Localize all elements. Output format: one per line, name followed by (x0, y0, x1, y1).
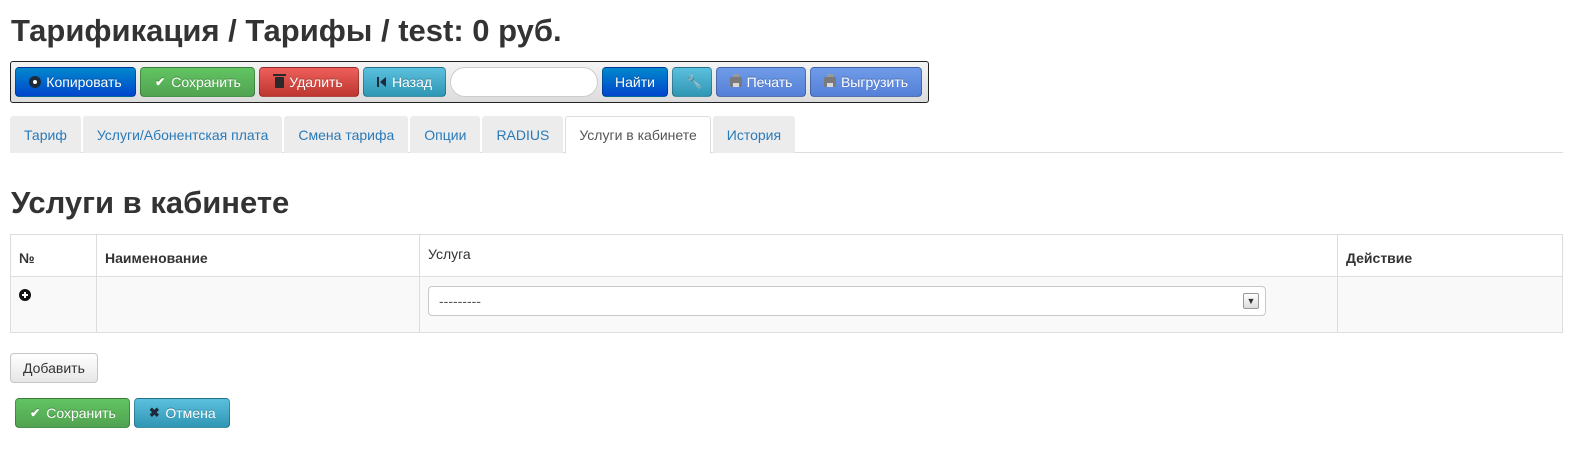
tab-services-subscription[interactable]: Услуги/Абонентская плата (82, 116, 283, 153)
back-button-label: Назад (391, 74, 433, 90)
print-button[interactable]: Печать (716, 67, 806, 97)
row-number-cell (10, 276, 97, 333)
column-header-service: Услуга (419, 234, 1338, 277)
chevron-down-icon[interactable]: ▼ (1243, 293, 1259, 309)
delete-button[interactable]: Удалить (259, 67, 359, 97)
row-action-cell (1337, 276, 1563, 333)
form-save-button-label: Сохранить (46, 405, 116, 421)
section-title: Услуги в кабинете (11, 185, 290, 220)
plus-circle-icon[interactable] (19, 289, 31, 301)
find-button-label: Найти (615, 74, 655, 90)
printer-icon (729, 74, 742, 87)
service-select[interactable]: --------- ▼ (428, 286, 1266, 316)
form-save-button[interactable]: ✔ Сохранить (15, 398, 130, 428)
trash-icon (273, 73, 287, 88)
row-service-cell: --------- ▼ (419, 276, 1338, 333)
column-header-number: № (10, 234, 97, 277)
print-button-label: Печать (746, 74, 793, 90)
wrench-icon: 🔧 (686, 74, 703, 89)
toolbar: Копировать ✔ Сохранить Удалить Назад Най… (10, 61, 929, 103)
add-button-label: Добавить (23, 360, 85, 376)
find-button[interactable]: Найти (602, 67, 668, 97)
back-button[interactable]: Назад (363, 67, 446, 97)
copy-button-label: Копировать (46, 74, 122, 90)
search-input[interactable] (450, 67, 598, 97)
tab-radius[interactable]: RADIUS (482, 116, 564, 153)
printer-icon (823, 74, 836, 87)
tab-cabinet-services[interactable]: Услуги в кабинете (565, 116, 711, 154)
table-header-row: № Наименование Услуга Действие (10, 234, 1563, 277)
row-name-cell (96, 276, 420, 333)
settings-button[interactable]: 🔧 (672, 67, 712, 97)
step-backward-icon (376, 77, 387, 87)
copy-button[interactable]: Копировать (15, 67, 136, 97)
tab-bar: Тариф Услуги/Абонентская плата Смена тар… (10, 116, 1563, 154)
tab-tariff-change[interactable]: Смена тарифа (284, 116, 409, 153)
export-button[interactable]: Выгрузить (810, 67, 922, 97)
delete-button-label: Удалить (289, 74, 343, 90)
x-icon: ✖ (148, 405, 160, 420)
copy-circle-icon (29, 76, 42, 88)
check-icon: ✔ (30, 406, 41, 420)
save-button[interactable]: ✔ Сохранить (140, 67, 255, 97)
save-button-label: Сохранить (171, 74, 241, 90)
tab-history[interactable]: История (712, 116, 796, 153)
cancel-button[interactable]: ✖ Отмена (134, 398, 230, 428)
form-actions: ✔ Сохранить ✖ Отмена (15, 398, 230, 428)
add-button[interactable]: Добавить (10, 353, 98, 383)
tab-options[interactable]: Опции (410, 116, 481, 153)
tab-tariff[interactable]: Тариф (10, 116, 81, 153)
table-row: --------- ▼ (10, 276, 1563, 333)
services-table: № Наименование Услуга Действие ---------… (10, 234, 1563, 333)
export-button-label: Выгрузить (840, 74, 909, 90)
cancel-button-label: Отмена (165, 405, 216, 421)
column-header-action: Действие (1337, 234, 1563, 277)
service-select-value: --------- (439, 293, 481, 309)
page-title: Тарификация / Тарифы / test: 0 руб. (11, 13, 562, 48)
check-icon: ✔ (155, 75, 166, 89)
column-header-name: Наименование (96, 234, 420, 277)
